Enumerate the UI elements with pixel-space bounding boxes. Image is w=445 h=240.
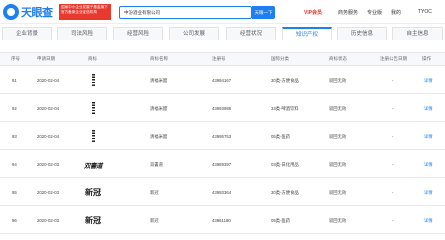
international-class: 30类-方便食品	[271, 190, 299, 195]
table-row: 93 2020-02-04 清福米醋 43995753 05类-医药 驳回无效 - 详情	[0, 123, 445, 150]
row-number: 95	[12, 190, 17, 195]
tab-operations[interactable]: 经营状况	[226, 27, 276, 40]
trademark-image	[91, 102, 95, 115]
notice-date: -	[392, 78, 394, 83]
top-header: 天眼查 国家中小企业发展子基金旗下 官方备案企业征信机构 天眼一下 VIP会员 …	[0, 0, 445, 24]
trademark-image-box[interactable]	[83, 100, 103, 117]
nav-mine[interactable]: 我的	[391, 9, 401, 16]
row-number: 94	[12, 162, 17, 167]
detail-link[interactable]: 详情	[424, 162, 433, 168]
row-number: 96	[12, 218, 17, 223]
tab-background[interactable]: 企业背景	[2, 27, 52, 40]
trademark-image-box[interactable]: 新冠	[83, 184, 103, 201]
promo-banner[interactable]: 国家中小企业发展子基金旗下 官方备案企业征信机构	[59, 4, 111, 20]
notice-date: -	[392, 218, 394, 223]
trademark-image: 新冠	[85, 215, 101, 225]
application-date: 2020-02-03	[37, 162, 59, 167]
col-status: 商标状态	[329, 56, 347, 61]
brand-name[interactable]: 天眼查	[21, 4, 53, 20]
international-class: 30类-方便食品	[271, 78, 299, 83]
nav-business[interactable]: 商务服务	[338, 9, 358, 16]
tab-history[interactable]: 历史信息	[337, 27, 387, 40]
table-row: 94 2020-02-03 双書道 双書道 43989397 03类-日化用品 驳回无效 - 详…	[0, 151, 445, 178]
application-date: 2020-02-03	[37, 190, 59, 195]
trademark-name: 清福米醋	[150, 134, 168, 139]
registration-number: 43995753	[212, 134, 232, 139]
trademark-image	[91, 74, 95, 87]
registration-number: 43993364	[212, 190, 232, 195]
trademark-status: 驳回无效	[329, 134, 347, 139]
nav-vip[interactable]: VIP会员	[304, 9, 322, 16]
trademark-image-box[interactable]	[83, 128, 103, 145]
table-row: 96 2020-02-03 新冠 新冠 43961180 05类-医药 驳回无效 - 详情	[0, 207, 445, 234]
application-date: 2020-02-03	[37, 218, 59, 223]
trademark-name: 清福米醋	[150, 106, 168, 111]
trademark-status: 驳回无效	[329, 190, 347, 195]
international-class: 33类-啤酒饮料	[271, 106, 299, 111]
application-date: 2020-02-04	[37, 106, 59, 111]
tab-self-info[interactable]: 自主信息	[392, 27, 443, 40]
tab-operating-risk[interactable]: 经营风险	[113, 27, 163, 40]
trademark-image-box[interactable]: 新冠	[83, 212, 103, 229]
table-row: 91 2020-02-04 清福米醋 43994167 30类-方便食品 驳回无效 - 详情	[0, 67, 445, 94]
trademark-image-box[interactable]	[83, 72, 103, 89]
trademark-status: 驳回无效	[329, 218, 347, 223]
registration-number: 43994167	[212, 78, 232, 83]
row-number: 92	[12, 106, 17, 111]
search-button[interactable]: 天眼一下	[252, 6, 275, 19]
trademark-status: 驳回无效	[329, 162, 347, 167]
notice-date: -	[392, 162, 394, 167]
detail-link[interactable]: 详情	[424, 134, 433, 140]
trademark-image: 新冠	[85, 187, 101, 197]
trademark-image: 双書道	[84, 161, 103, 170]
international-class: 03类-日化用品	[271, 162, 299, 167]
table-header: 序号 申请日期 商标 商标名称 注册号 国际分类 商标状态 注册公告日期 操作	[0, 52, 445, 66]
col-date: 申请日期	[37, 56, 55, 61]
eye-logo-icon[interactable]	[3, 4, 19, 20]
detail-link[interactable]: 详情	[424, 218, 433, 224]
col-image: 商标	[88, 56, 97, 61]
registration-number: 43993986	[212, 106, 232, 111]
trademark-name: 新冠	[150, 218, 159, 223]
trademark-image-box[interactable]: 双書道	[83, 156, 103, 173]
trademark-name: 清福米醋	[150, 78, 168, 83]
col-notice-date: 注册公告日期	[380, 56, 407, 61]
notice-date: -	[392, 134, 394, 139]
detail-link[interactable]: 详情	[424, 106, 433, 112]
tab-bar: 企业背景 司法风险 经营风险 公司发展 经营状况 知识产权 历史信息 自主信息	[0, 26, 445, 40]
notice-date: -	[392, 190, 394, 195]
notice-date: -	[392, 106, 394, 111]
col-no: 序号	[11, 56, 20, 61]
col-action: 操作	[422, 56, 431, 61]
international-class: 05类-医药	[271, 134, 291, 139]
trademark-status: 驳回无效	[329, 106, 347, 111]
trademark-name: 新冠	[150, 190, 159, 195]
international-class: 05类-医药	[271, 218, 291, 223]
table-row: 92 2020-02-04 清福米醋 43993986 33类-啤酒饮料 驳回无效 - 详情	[0, 95, 445, 122]
application-date: 2020-02-04	[37, 78, 59, 83]
nav-pro[interactable]: 专业版	[367, 9, 382, 16]
row-number: 93	[12, 134, 17, 139]
trademark-image	[91, 130, 95, 143]
trademark-status: 驳回无效	[329, 78, 347, 83]
detail-link[interactable]: 详情	[424, 78, 433, 84]
row-number: 91	[12, 78, 17, 83]
table-row: 95 2020-02-03 新冠 新冠 43993364 30类-方便食品 驳回无效 - 详情	[0, 179, 445, 206]
nav-user[interactable]: TYOC	[418, 9, 432, 15]
col-class: 国际分类	[271, 56, 289, 61]
tab-development[interactable]: 公司发展	[169, 27, 219, 40]
tab-judicial-risk[interactable]: 司法风险	[57, 27, 107, 40]
search-input[interactable]	[119, 6, 252, 19]
col-name: 商标名称	[150, 56, 168, 61]
trademark-name: 双書道	[150, 162, 163, 167]
detail-link[interactable]: 详情	[424, 190, 433, 196]
col-reg-no: 注册号	[212, 56, 226, 61]
application-date: 2020-02-04	[37, 134, 59, 139]
registration-number: 43961180	[212, 218, 231, 223]
tab-intellectual-property[interactable]: 知识产权	[282, 27, 332, 40]
registration-number: 43989397	[212, 162, 232, 167]
